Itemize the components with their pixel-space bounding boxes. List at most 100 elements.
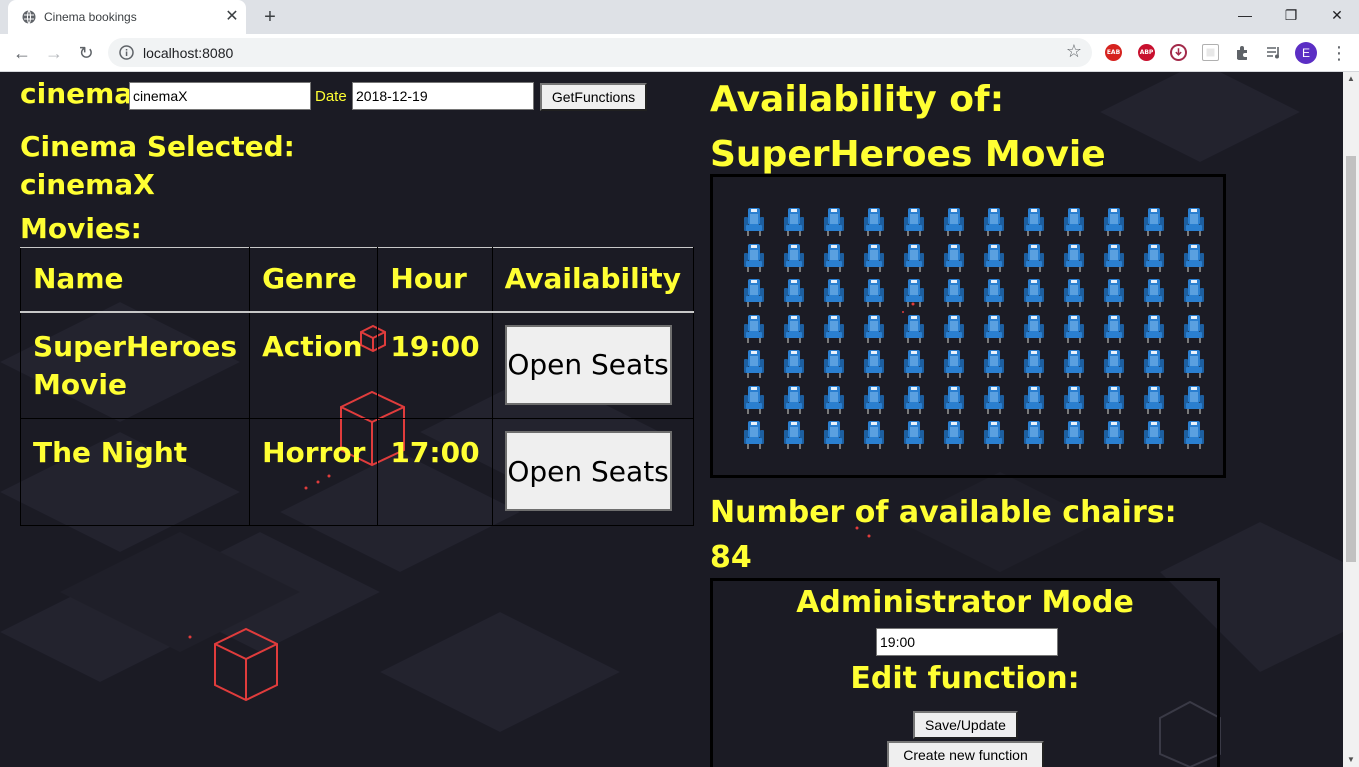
seat-icon[interactable] [783, 385, 805, 415]
seat-icon[interactable] [1103, 207, 1125, 237]
seat-icon[interactable] [1183, 385, 1205, 415]
seat-icon[interactable] [983, 349, 1005, 379]
seat-icon[interactable] [983, 420, 1005, 450]
seat-icon[interactable] [1183, 314, 1205, 344]
scroll-up-arrow-icon[interactable]: ▲ [1343, 72, 1359, 86]
seat-icon[interactable] [823, 349, 845, 379]
seat-icon[interactable] [943, 243, 965, 273]
reader-extension-icon[interactable] [1202, 44, 1219, 61]
seat-icon[interactable] [943, 385, 965, 415]
seat-icon[interactable] [1143, 314, 1165, 344]
seat-icon[interactable] [1023, 385, 1045, 415]
seat-icon[interactable] [823, 385, 845, 415]
info-icon[interactable] [119, 45, 134, 60]
save-update-button[interactable]: Save/Update [913, 711, 1018, 739]
seat-icon[interactable] [903, 349, 925, 379]
open-seats-button[interactable]: Open Seats [504, 431, 672, 511]
seat-icon[interactable] [1183, 278, 1205, 308]
seat-icon[interactable] [903, 385, 925, 415]
seat-icon[interactable] [743, 243, 765, 273]
seat-icon[interactable] [863, 420, 885, 450]
cinema-input[interactable] [129, 82, 311, 110]
seat-icon[interactable] [1103, 314, 1125, 344]
seat-icon[interactable] [1143, 385, 1165, 415]
seat-icon[interactable] [743, 207, 765, 237]
download-extension-icon[interactable] [1170, 44, 1187, 61]
seat-icon[interactable] [983, 278, 1005, 308]
seat-icon[interactable] [743, 385, 765, 415]
close-tab-icon[interactable]: ✕ [222, 7, 242, 27]
close-window-button[interactable]: ✕ [1324, 4, 1350, 26]
seat-icon[interactable] [783, 243, 805, 273]
seat-icon[interactable] [943, 420, 965, 450]
scroll-down-arrow-icon[interactable]: ▼ [1343, 753, 1359, 767]
scroll-thumb[interactable] [1346, 156, 1356, 562]
seat-icon[interactable] [1063, 278, 1085, 308]
seat-icon[interactable] [863, 278, 885, 308]
seat-icon[interactable] [1023, 349, 1045, 379]
seat-icon[interactable] [1063, 314, 1085, 344]
seat-icon[interactable] [943, 278, 965, 308]
seat-icon[interactable] [1183, 243, 1205, 273]
menu-kebab-icon[interactable]: ⋮ [1330, 42, 1348, 64]
seat-icon[interactable] [1023, 420, 1045, 450]
seat-icon[interactable] [743, 278, 765, 308]
seat-icon[interactable] [863, 243, 885, 273]
seat-icon[interactable] [1143, 243, 1165, 273]
seat-icon[interactable] [983, 243, 1005, 273]
seat-icon[interactable] [783, 278, 805, 308]
seat-icon[interactable] [863, 385, 885, 415]
address-bar[interactable]: localhost:8080 ☆ [108, 38, 1092, 67]
seat-icon[interactable] [1063, 385, 1085, 415]
seat-icon[interactable] [743, 349, 765, 379]
seat-icon[interactable] [1183, 420, 1205, 450]
page-scrollbar[interactable]: ▲ ▼ [1343, 72, 1359, 767]
seat-icon[interactable] [1143, 349, 1165, 379]
seat-icon[interactable] [783, 314, 805, 344]
minimize-button[interactable]: — [1232, 4, 1258, 26]
seat-icon[interactable] [1103, 385, 1125, 415]
seat-icon[interactable] [863, 314, 885, 344]
seat-icon[interactable] [743, 420, 765, 450]
seat-icon[interactable] [983, 385, 1005, 415]
seat-icon[interactable] [783, 349, 805, 379]
seat-icon[interactable] [1023, 278, 1045, 308]
seat-icon[interactable] [823, 420, 845, 450]
get-functions-button[interactable]: GetFunctions [540, 83, 647, 111]
reload-button[interactable]: ↻ [74, 41, 98, 65]
seat-icon[interactable] [1023, 243, 1045, 273]
seat-icon[interactable] [823, 243, 845, 273]
seat-icon[interactable] [863, 349, 885, 379]
seat-icon[interactable] [1103, 349, 1125, 379]
seat-icon[interactable] [743, 314, 765, 344]
new-tab-button[interactable]: + [258, 5, 282, 29]
seat-icon[interactable] [1183, 349, 1205, 379]
seat-icon[interactable] [1103, 420, 1125, 450]
seat-icon[interactable] [983, 207, 1005, 237]
seat-icon[interactable] [1143, 207, 1165, 237]
open-seats-button[interactable]: Open Seats [504, 324, 672, 405]
profile-avatar[interactable]: E [1295, 42, 1317, 64]
seat-icon[interactable] [823, 314, 845, 344]
eab-extension-icon[interactable]: EAB [1105, 44, 1122, 61]
forward-button[interactable]: → [42, 41, 66, 65]
seat-icon[interactable] [1103, 243, 1125, 273]
seat-icon[interactable] [1063, 207, 1085, 237]
seat-icon[interactable] [863, 207, 885, 237]
seat-icon[interactable] [1023, 314, 1045, 344]
create-function-button[interactable]: Create new function [887, 741, 1044, 767]
seat-icon[interactable] [1063, 420, 1085, 450]
adblock-extension-icon[interactable]: ABP [1138, 44, 1155, 61]
seat-icon[interactable] [903, 278, 925, 308]
seat-icon[interactable] [903, 207, 925, 237]
back-button[interactable]: ← [10, 41, 34, 65]
media-control-icon[interactable] [1265, 44, 1282, 61]
restore-button[interactable]: ❐ [1278, 4, 1304, 26]
seat-icon[interactable] [1143, 420, 1165, 450]
seat-icon[interactable] [1063, 243, 1085, 273]
seat-icon[interactable] [783, 420, 805, 450]
seat-icon[interactable] [1143, 278, 1165, 308]
seat-icon[interactable] [943, 314, 965, 344]
browser-tab[interactable]: Cinema bookings ✕ [8, 0, 246, 34]
seat-icon[interactable] [1023, 207, 1045, 237]
